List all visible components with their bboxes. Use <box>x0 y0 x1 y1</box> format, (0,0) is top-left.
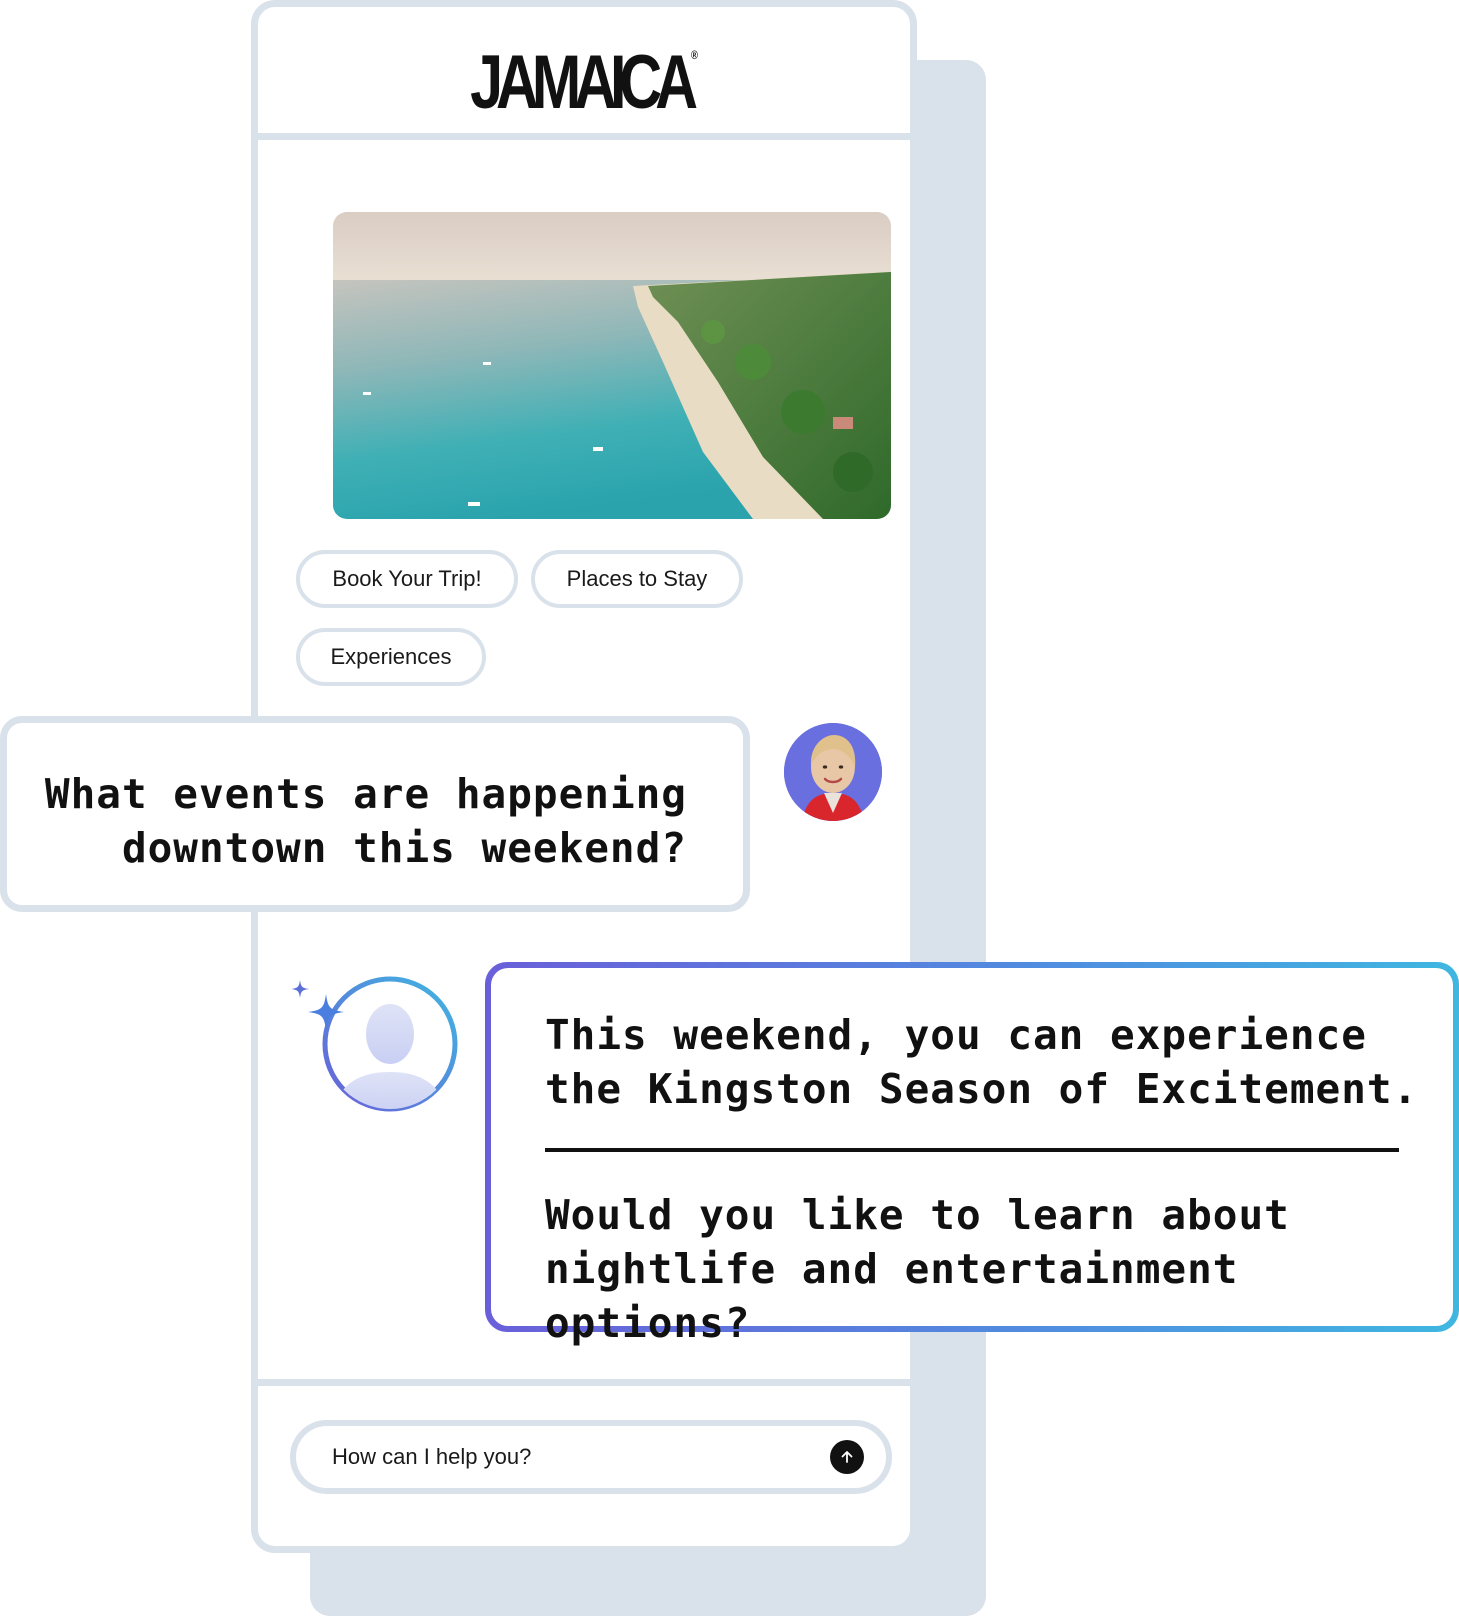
assistant-message-text: This weekend, you can experience the Kin… <box>545 1011 1419 1113</box>
user-message-text: What events are happening downtown this … <box>44 770 687 872</box>
chip-label: Experiences <box>330 644 452 669</box>
arrow-up-icon <box>841 1451 853 1463</box>
chip-label: Book Your Trip! <box>332 566 482 591</box>
assistant-followup-text: Would you like to learn about nightlife … <box>545 1191 1290 1347</box>
message-input[interactable] <box>332 1426 802 1488</box>
send-button[interactable] <box>830 1440 864 1474</box>
message-divider <box>545 1148 1399 1152</box>
quick-reply-experiences[interactable]: Experiences <box>296 628 486 686</box>
assistant-avatar <box>291 976 462 1116</box>
hero-image <box>333 212 891 519</box>
chip-label: Places to Stay <box>566 566 708 591</box>
jamaica-logo: JAMAICA® <box>470 40 698 125</box>
user-message-bubble: What events are happening downtown this … <box>0 716 750 912</box>
quick-reply-places-to-stay[interactable]: Places to Stay <box>531 550 743 608</box>
user-avatar <box>784 723 882 821</box>
assistant-message-bubble: This weekend, you can experience the Kin… <box>485 962 1459 1347</box>
message-composer <box>290 1420 892 1494</box>
chat-header: JAMAICA® <box>258 7 910 140</box>
quick-reply-book-trip[interactable]: Book Your Trip! <box>296 550 518 608</box>
composer-divider <box>258 1379 910 1386</box>
